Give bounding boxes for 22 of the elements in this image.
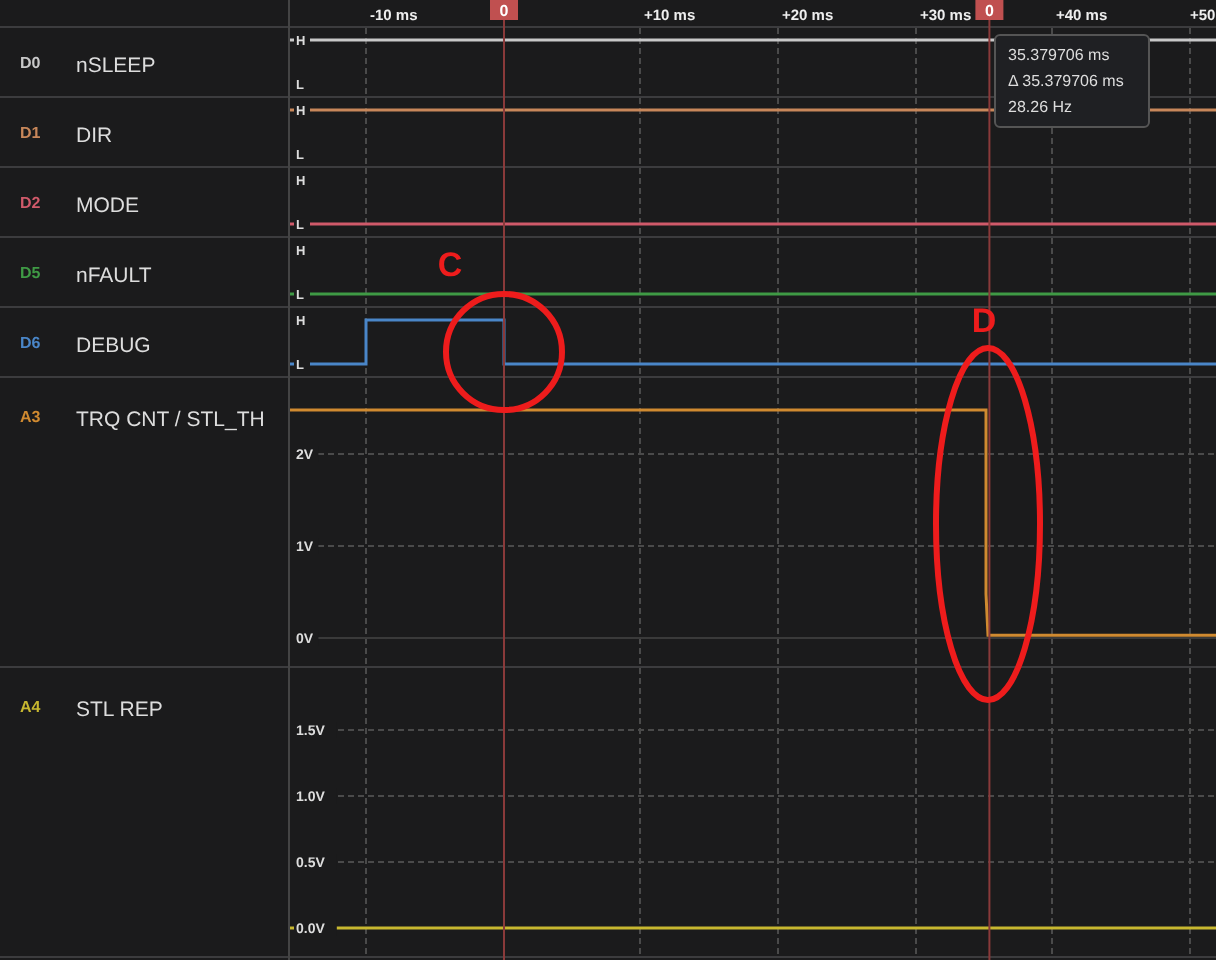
channel-name: DEBUG bbox=[76, 332, 151, 362]
channel-name: nSLEEP bbox=[76, 52, 156, 82]
tooltip-line: 28.26 Hz bbox=[1008, 96, 1075, 120]
annotation-ellipse bbox=[443, 291, 565, 413]
channel-id: D6 bbox=[20, 332, 43, 356]
channel-name: STL REP bbox=[76, 696, 163, 726]
annotation-letter: C bbox=[437, 246, 463, 284]
tooltip-line: Δ 35.379706 ms bbox=[1008, 70, 1126, 94]
channel-id: A4 bbox=[20, 696, 43, 720]
channel-name: TRQ CNT / STL_TH bbox=[76, 406, 265, 436]
channel-id: D1 bbox=[20, 122, 43, 146]
cursor-marker: 0 bbox=[490, 0, 518, 20]
cursor-marker: 0 bbox=[975, 0, 1004, 20]
channel-id: A3 bbox=[20, 406, 43, 430]
channel-id: D2 bbox=[20, 192, 43, 216]
channel-name: nFAULT bbox=[76, 262, 152, 292]
channel-name: MODE bbox=[76, 192, 139, 222]
annotation-letter: D bbox=[971, 302, 997, 340]
channel-name: DIR bbox=[76, 122, 113, 152]
channel-id: D0 bbox=[20, 52, 43, 76]
channel-id: D5 bbox=[20, 262, 43, 286]
tooltip-line: 35.379706 ms bbox=[1008, 44, 1112, 68]
